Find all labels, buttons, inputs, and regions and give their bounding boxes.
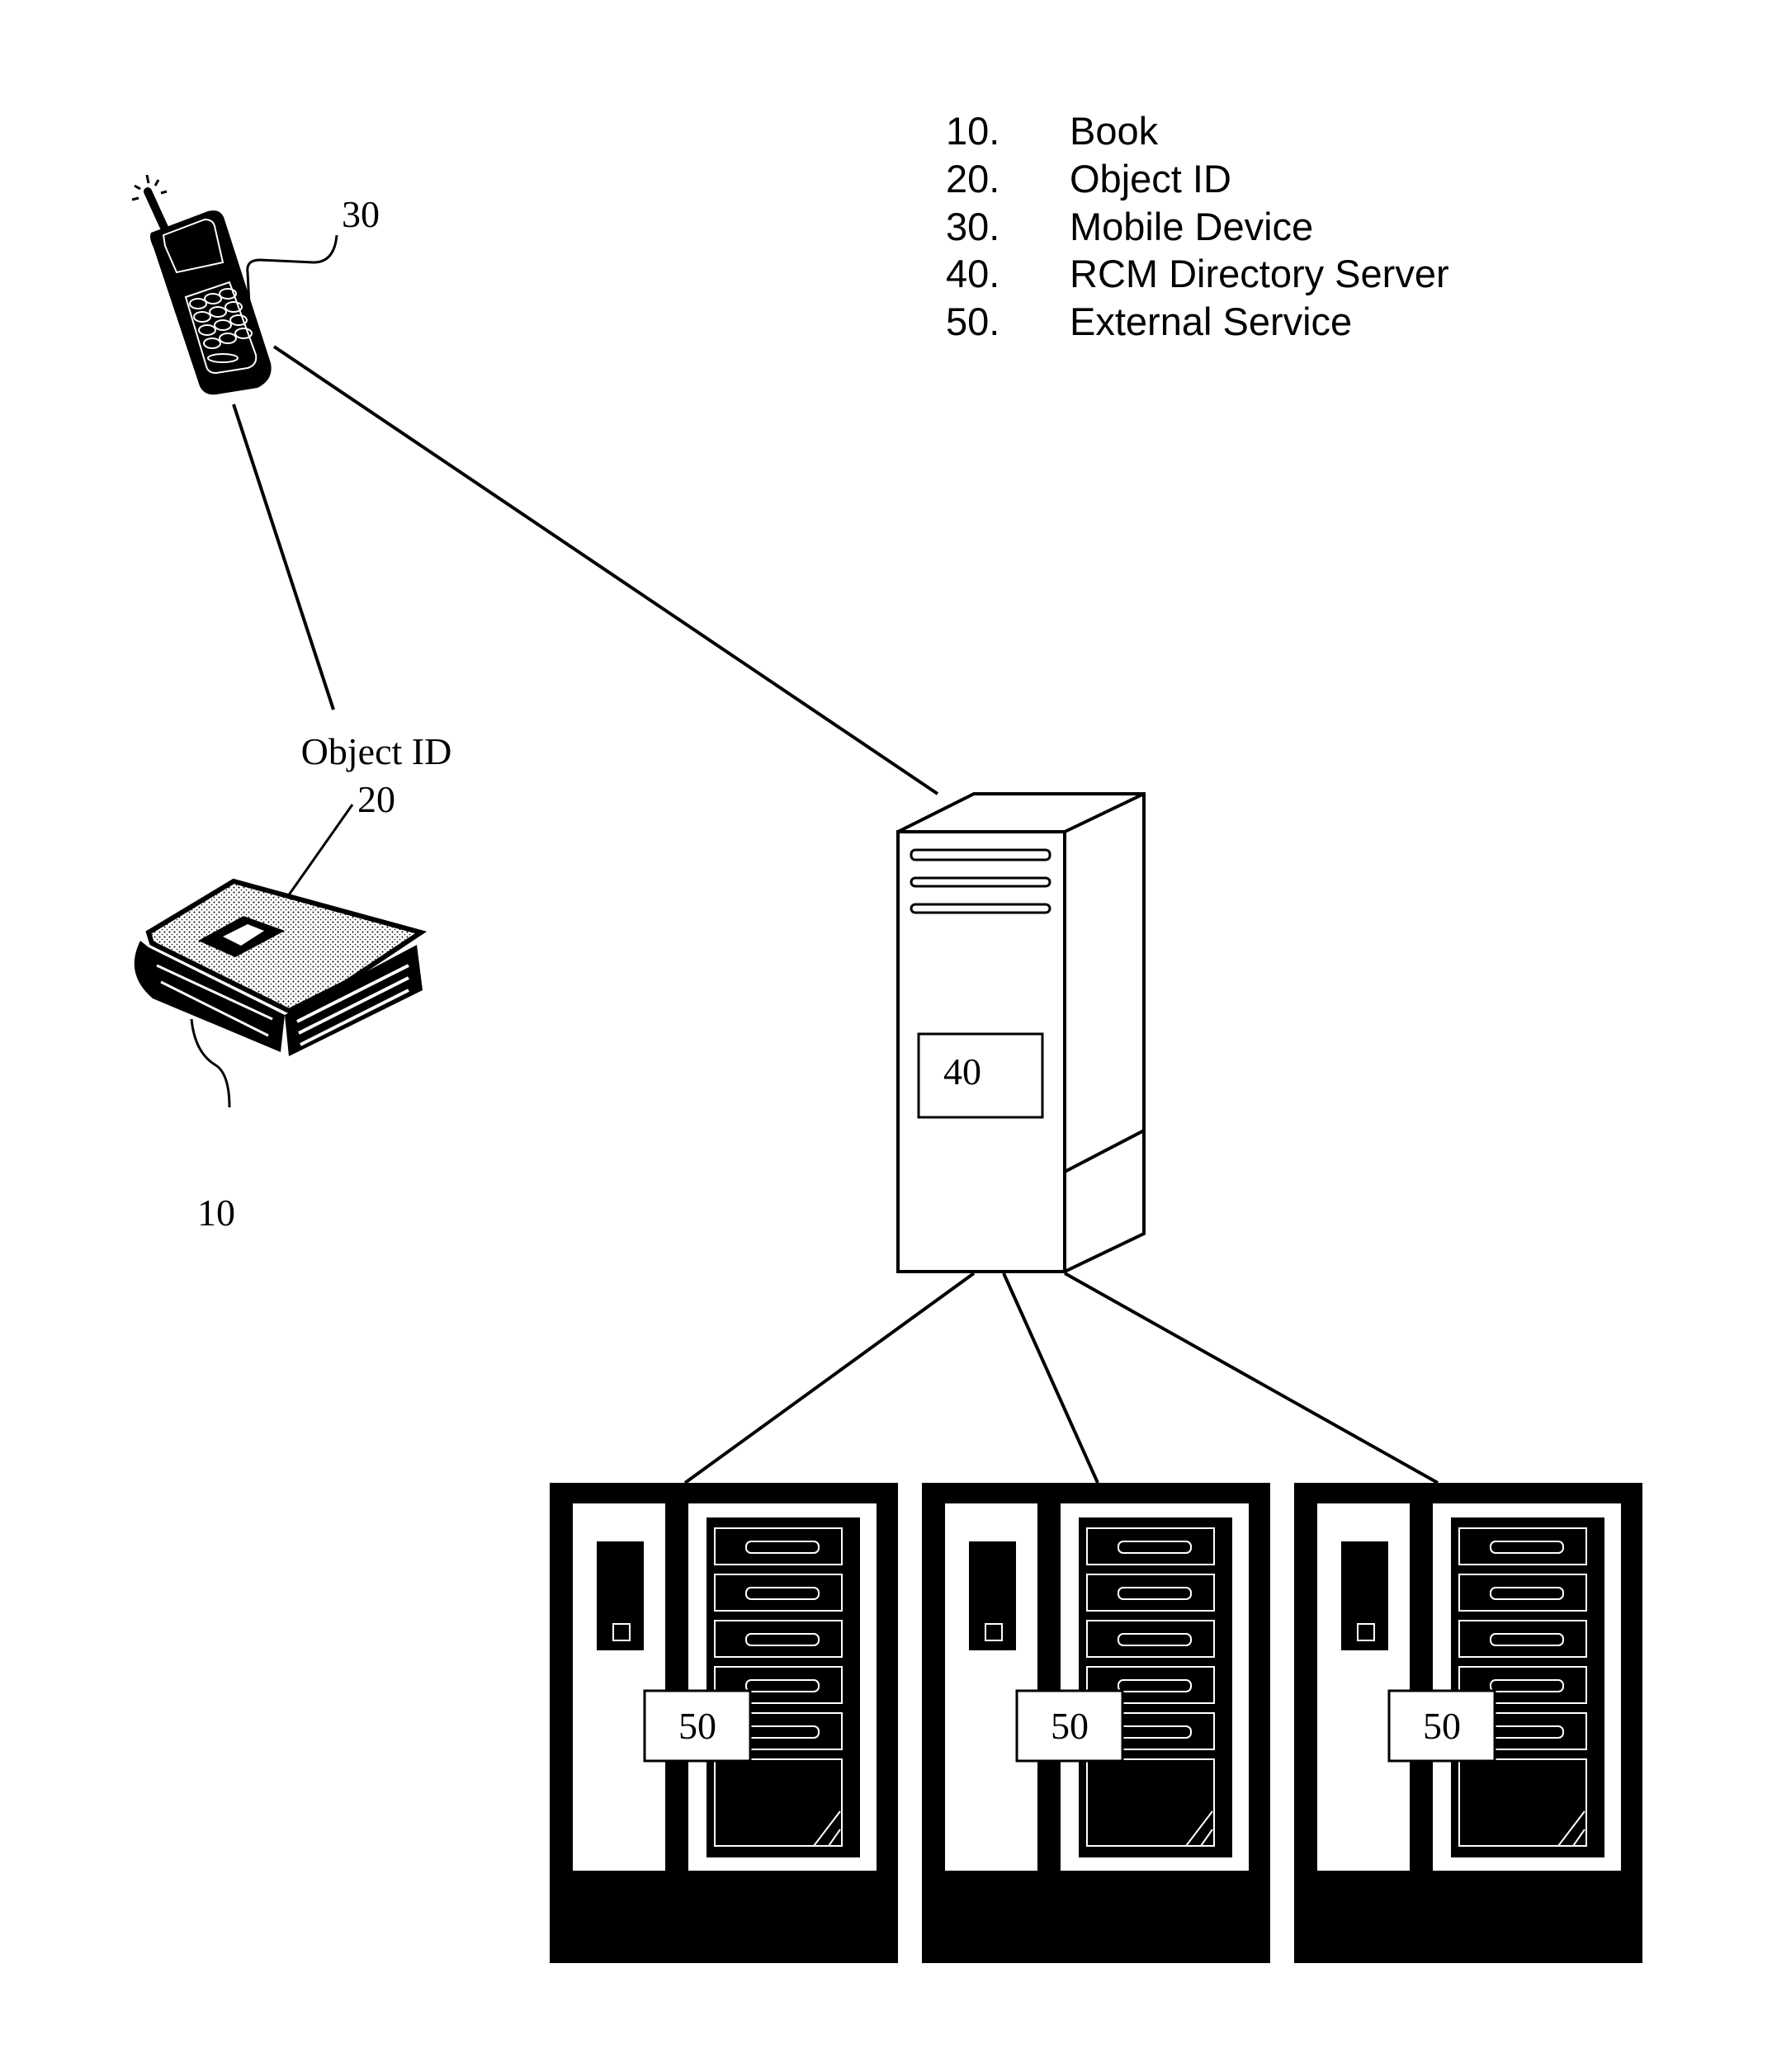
system-diagram: 10. Book 20. Object ID 30. Mobile Device… [131,109,1642,1963]
tower-server-icon [896,792,1146,1273]
legend: 10. Book 20. Object ID 30. Mobile Device… [946,109,1449,343]
rack-server-icon: 50 [922,1483,1270,1963]
legend-label-object-id: Object ID [1070,157,1231,201]
book-icon [134,878,428,1108]
mobile-device-ref: 30 [342,193,380,235]
external-service-ref: 50 [1051,1705,1089,1747]
mobile-phone-icon [131,174,338,395]
link-server-to-service-1 [683,1272,976,1484]
object-id-ref: 20 [357,778,395,820]
book-ref: 10 [197,1192,235,1234]
book-leader-line [190,1018,231,1108]
directory-server-ref: 40 [943,1050,981,1093]
connections [232,345,1439,1484]
legend-num-10: 10. [946,109,999,153]
legend-num-40: 40. [946,252,999,295]
rack-server-icon: 50 [550,1483,898,1963]
link-server-to-service-2 [1002,1272,1099,1484]
external-service-ref: 50 [1423,1705,1461,1747]
mobile-device-leader-line [246,234,338,306]
legend-label-external-service: External Service [1070,300,1352,343]
legend-num-20: 20. [946,157,999,201]
link-phone-to-server [272,345,939,795]
legend-num-30: 30. [946,205,999,248]
legend-label-book: Book [1070,109,1159,153]
external-service-ref: 50 [678,1705,716,1747]
legend-label-mobile-device: Mobile Device [1070,205,1313,248]
legend-num-50: 50. [946,300,999,343]
object-id-label: Object ID [301,730,452,772]
legend-label-rcm-directory-server: RCM Directory Server [1070,252,1449,295]
rack-server-icon: 50 [1294,1483,1642,1963]
link-server-to-service-3 [1064,1272,1439,1484]
link-phone-to-object-id [232,404,335,710]
